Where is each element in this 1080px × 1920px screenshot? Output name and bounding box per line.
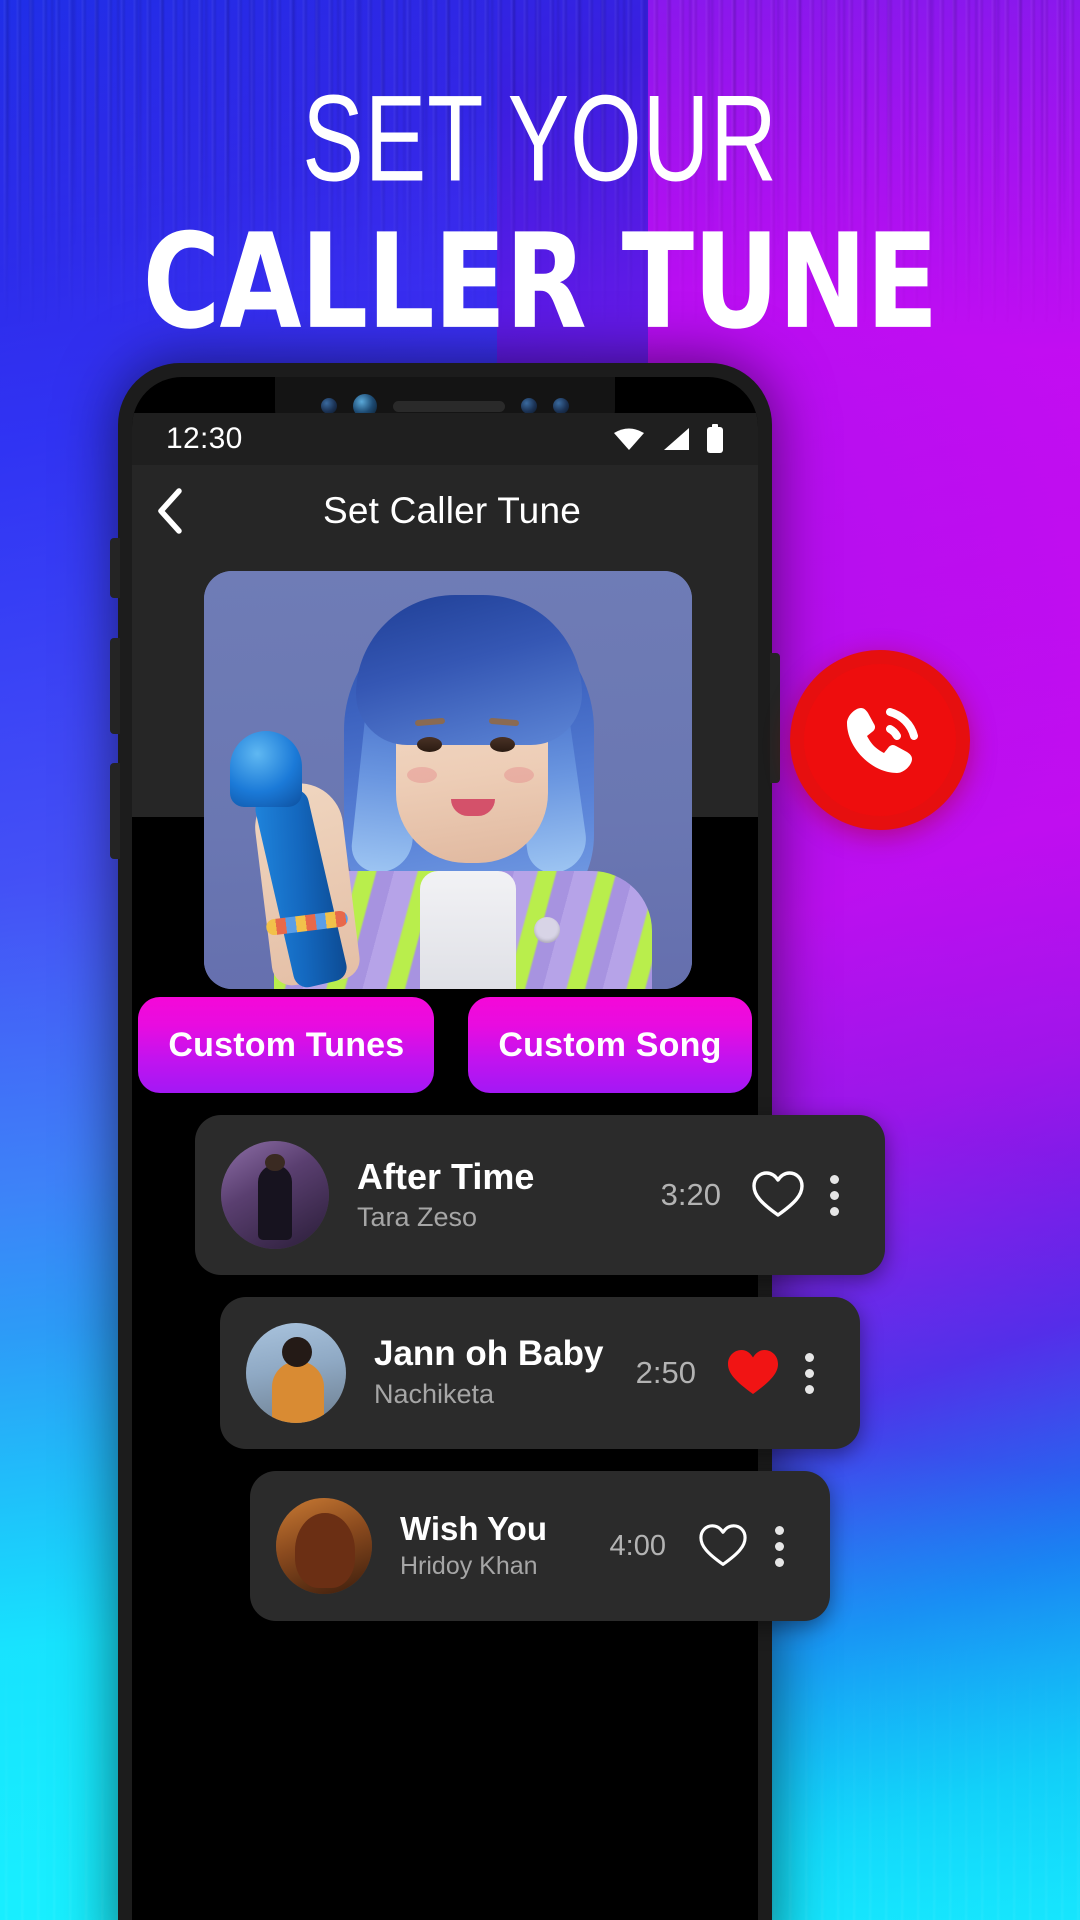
- heart-outline-icon: [752, 1171, 804, 1217]
- favorite-button[interactable]: [692, 1523, 754, 1569]
- chevron-left-icon: [158, 488, 182, 534]
- more-vertical-icon-dot: [804, 1352, 814, 1362]
- song-meta: After Time Tara Zeso: [329, 1154, 635, 1237]
- phone-side-button-mute: [110, 538, 120, 598]
- more-vertical-icon-dot: [774, 1557, 784, 1567]
- phone-call-icon: [847, 708, 918, 773]
- song-artwork-image: [221, 1141, 329, 1249]
- more-vertical-icon-dot: [774, 1525, 784, 1535]
- favorite-button[interactable]: [747, 1170, 809, 1220]
- phone-side-button-volume-down: [110, 763, 120, 859]
- song-artwork: [246, 1323, 346, 1423]
- song-meta: Wish You Hridoy Khan: [372, 1508, 584, 1584]
- phone-side-button-volume-up: [110, 638, 120, 734]
- song-duration: 4:00: [609, 1529, 666, 1562]
- sensor-icon: [321, 398, 337, 414]
- proximity-sensor-icon: [521, 398, 537, 414]
- cellular-signal-icon: [664, 428, 689, 450]
- artwork-head: [282, 1337, 312, 1367]
- more-vertical-icon-dot: [829, 1174, 839, 1184]
- promo-headline-line2: CALLER TUNE: [142, 204, 939, 359]
- song-meta: Jann oh Baby Nachiketa: [346, 1332, 610, 1414]
- hero-cheek-left: [407, 767, 437, 783]
- hero-eye-left: [417, 737, 442, 752]
- back-button[interactable]: [132, 487, 208, 535]
- hero-eye-right: [490, 737, 515, 752]
- song-artist: Nachiketa: [374, 1378, 495, 1409]
- song-artwork: [276, 1498, 372, 1594]
- earpiece-speaker: [393, 400, 505, 412]
- wifi-icon: [614, 428, 644, 450]
- heart-outline-icon: [699, 1524, 747, 1566]
- song-overflow-menu[interactable]: [754, 1525, 804, 1567]
- artwork-head: [265, 1153, 285, 1172]
- heart-filled-icon: [728, 1350, 778, 1394]
- action-button-row: Custom Tunes Custom Song: [132, 997, 758, 1093]
- page-title: Set Caller Tune: [322, 490, 582, 531]
- status-bar-clock: 12:30: [166, 422, 243, 455]
- song-artwork-image: [276, 1498, 372, 1594]
- app-bar: Set Caller Tune: [132, 465, 758, 557]
- status-bar-icons: [612, 424, 724, 454]
- song-overflow-menu[interactable]: [784, 1352, 834, 1394]
- battery-icon: [707, 424, 723, 453]
- hero-inner-shirt: [420, 871, 516, 989]
- song-artwork-image: [246, 1323, 346, 1423]
- song-artist: Hridoy Khan: [400, 1552, 538, 1581]
- hero-microphone-head: [230, 731, 302, 807]
- more-vertical-icon-dot: [804, 1368, 814, 1378]
- call-action-button[interactable]: [790, 650, 970, 830]
- song-list: After Time Tara Zeso 3:20 Jann oh Baby N…: [0, 1115, 1080, 1643]
- song-title: Jann oh Baby: [374, 1334, 604, 1374]
- more-vertical-icon-dot: [829, 1190, 839, 1200]
- custom-song-button[interactable]: Custom Song: [468, 997, 752, 1093]
- song-artist: Tara Zeso: [357, 1201, 478, 1232]
- phone-side-button-power: [770, 653, 780, 783]
- promo-headline: SET YOUR CALLER TUNE: [0, 70, 1080, 347]
- caller-tune-preview-image[interactable]: [204, 571, 692, 989]
- song-title: Wish You: [400, 1509, 547, 1547]
- more-vertical-icon-dot: [804, 1384, 814, 1394]
- more-vertical-icon-dot: [774, 1541, 784, 1551]
- artwork-figure: [272, 1361, 324, 1423]
- more-vertical-icon-dot: [829, 1206, 839, 1216]
- custom-tunes-button[interactable]: Custom Tunes: [138, 997, 435, 1093]
- light-sensor-icon: [553, 398, 569, 414]
- status-bar: 12:30: [132, 413, 758, 465]
- song-title: After Time: [357, 1155, 535, 1197]
- hero-sweater-button: [534, 917, 560, 943]
- song-list-item[interactable]: Jann oh Baby Nachiketa 2:50: [220, 1297, 860, 1449]
- favorite-button[interactable]: [722, 1348, 784, 1398]
- promo-headline-line1: SET YOUR: [302, 70, 778, 208]
- song-list-item[interactable]: After Time Tara Zeso 3:20: [195, 1115, 885, 1275]
- song-duration: 2:50: [635, 1355, 696, 1390]
- song-duration: 3:20: [660, 1177, 721, 1212]
- song-list-item[interactable]: Wish You Hridoy Khan 4:00: [250, 1471, 830, 1621]
- artwork-figure: [257, 1164, 293, 1241]
- hero-cheek-right: [504, 767, 534, 783]
- artwork-head: [295, 1513, 355, 1589]
- song-artwork: [221, 1141, 329, 1249]
- song-overflow-menu[interactable]: [809, 1174, 859, 1216]
